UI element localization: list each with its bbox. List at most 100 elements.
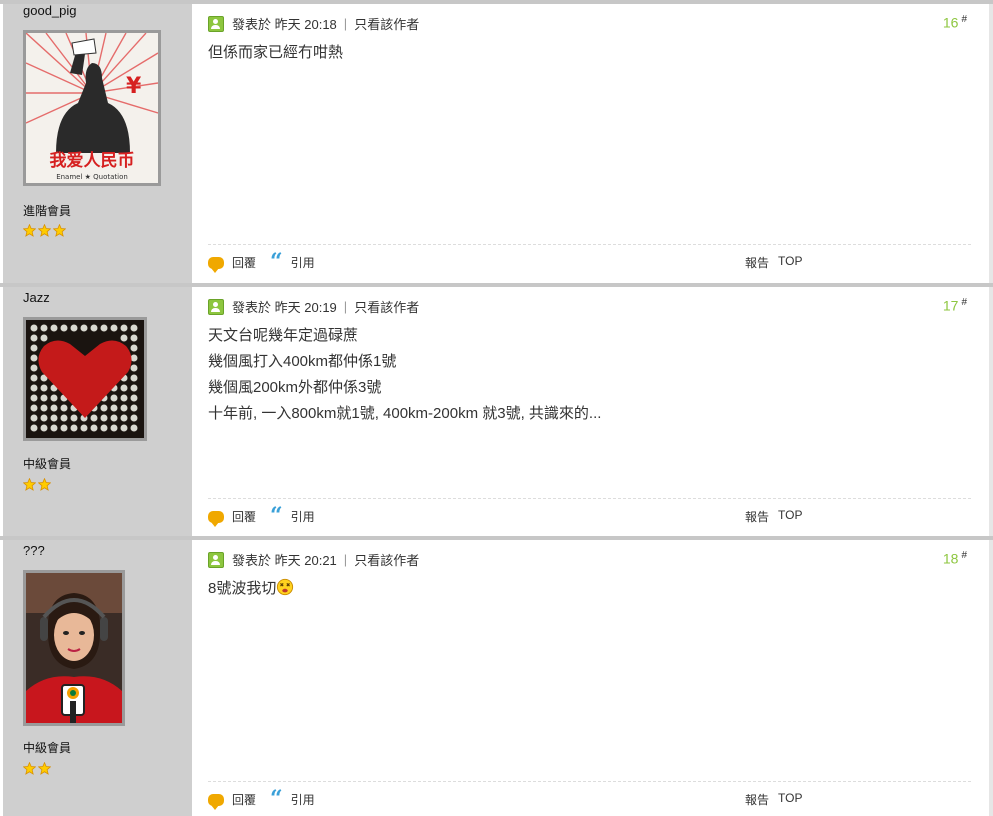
reply-icon bbox=[208, 793, 224, 810]
only-author-link[interactable]: 只看該作者 bbox=[354, 550, 419, 569]
post-meta: 發表於 昨天 20:18 | 只看該作者 bbox=[208, 14, 419, 33]
only-author-link[interactable]: 只看該作者 bbox=[354, 14, 419, 33]
post-line: 8號波我切 bbox=[208, 576, 294, 602]
quote-icon: “ bbox=[270, 248, 283, 275]
star-icon bbox=[23, 762, 36, 775]
author-rank: 中級會員 bbox=[23, 741, 72, 755]
top-label: TOP bbox=[778, 254, 803, 268]
poster-avatar[interactable]: ¥ 我爱人民币 Enamel ★ Quotation bbox=[23, 30, 161, 186]
report-label: 報告 bbox=[745, 793, 770, 807]
reply-button[interactable]: 回覆 bbox=[208, 508, 257, 527]
dizzy-emoji-icon bbox=[277, 578, 294, 596]
report-button[interactable]: 報告 bbox=[745, 791, 769, 808]
post-time: 昨天 20:21 bbox=[274, 553, 337, 568]
report-button[interactable]: 報告 bbox=[745, 508, 769, 525]
top-link[interactable]: TOP bbox=[778, 254, 802, 268]
post-actions: 回覆 “ 引用 報告 TOP bbox=[208, 785, 971, 812]
author-rank: 中級會員 bbox=[23, 457, 72, 471]
floor-number[interactable]: 18 # bbox=[943, 550, 967, 567]
reply-label: 回覆 bbox=[232, 510, 257, 524]
author-rank: 進階會員 bbox=[23, 204, 72, 218]
quote-label: 引用 bbox=[290, 510, 315, 524]
meta-separator: | bbox=[343, 299, 348, 314]
star-icon bbox=[53, 224, 66, 237]
floor-value: 18 bbox=[942, 550, 959, 567]
rank-stars bbox=[23, 224, 68, 238]
post-line: 幾個風打入400km都仲係1號 bbox=[208, 353, 397, 370]
reporter-avatar[interactable] bbox=[23, 570, 125, 726]
report-button[interactable]: 報告 bbox=[745, 254, 769, 271]
post-actions: 回覆 “ 引用 報告 TOP bbox=[208, 502, 971, 529]
meta-separator: | bbox=[343, 16, 348, 31]
star-icon bbox=[38, 762, 51, 775]
post-time: 昨天 20:19 bbox=[274, 300, 337, 315]
post-divider bbox=[208, 498, 971, 499]
floor-value: 16 bbox=[942, 14, 959, 31]
floor-number[interactable]: 17 # bbox=[943, 297, 967, 314]
star-icon bbox=[38, 224, 51, 237]
author-sidebar: Jazz 中級會員 bbox=[3, 287, 192, 536]
post-line: 十年前, 一入800km就1號, 400km-200km 就3號, 共識來的..… bbox=[208, 405, 602, 422]
post-line: 天文台呢幾年定過碌蔗 bbox=[208, 327, 359, 344]
post-meta: 發表於 昨天 20:21 | 只看該作者 bbox=[208, 550, 419, 569]
heart-avatar[interactable] bbox=[23, 317, 147, 441]
star-icon bbox=[23, 224, 36, 237]
report-label: 報告 bbox=[745, 256, 770, 270]
quote-button[interactable]: “ 引用 bbox=[270, 785, 315, 812]
star-icon bbox=[23, 478, 36, 491]
top-label: TOP bbox=[778, 791, 803, 805]
star-icon bbox=[38, 478, 51, 491]
quote-label: 引用 bbox=[290, 256, 315, 270]
author-username[interactable]: ??? bbox=[23, 543, 45, 558]
post-line-text: 8號波我切 bbox=[208, 580, 277, 597]
rank-stars bbox=[23, 478, 53, 492]
post-meta: 發表於 昨天 20:19 | 只看該作者 bbox=[208, 297, 419, 316]
author-username[interactable]: Jazz bbox=[23, 290, 50, 305]
meta-prefix: 發表於 bbox=[232, 17, 272, 32]
reply-button[interactable]: 回覆 bbox=[208, 254, 257, 273]
only-author-link[interactable]: 只看該作者 bbox=[354, 297, 419, 316]
reply-icon bbox=[208, 256, 224, 273]
quote-icon: “ bbox=[270, 785, 283, 812]
author-username[interactable]: good_pig bbox=[23, 3, 77, 18]
post-divider bbox=[208, 244, 971, 245]
reply-label: 回覆 bbox=[232, 793, 257, 807]
quote-icon: “ bbox=[270, 502, 283, 529]
quote-button[interactable]: “ 引用 bbox=[270, 502, 315, 529]
post-body: 但係而家已經冇咁熱 bbox=[208, 40, 343, 66]
meta-prefix: 發表於 bbox=[232, 553, 272, 568]
report-label: 報告 bbox=[745, 510, 770, 524]
post-time: 昨天 20:18 bbox=[274, 17, 337, 32]
avatar-caption: Enamel ★ Quotation bbox=[56, 173, 128, 181]
meta-separator: | bbox=[343, 552, 348, 567]
floor-value: 17 bbox=[942, 297, 959, 314]
floor-mark: # bbox=[961, 550, 967, 561]
post-content: 發表於 昨天 20:18 | 只看該作者 16 # 但係而家已經冇咁熱 回覆 “ 引… bbox=[192, 4, 993, 284]
author-sidebar: ??? 中級會員 bbox=[3, 540, 192, 816]
top-label: TOP bbox=[778, 508, 803, 522]
floor-number[interactable]: 16 # bbox=[943, 14, 967, 31]
reply-icon bbox=[208, 510, 224, 527]
online-status-icon bbox=[208, 15, 224, 32]
post-actions: 回覆 “ 引用 報告 TOP bbox=[208, 248, 971, 275]
post-18: ??? 中級會員 發表於 昨天 20:21 | 只看該作者 18 # 8號波我切… bbox=[0, 536, 993, 816]
reply-label: 回覆 bbox=[232, 256, 257, 270]
quote-button[interactable]: “ 引用 bbox=[270, 248, 315, 275]
quote-label: 引用 bbox=[290, 793, 315, 807]
top-link[interactable]: TOP bbox=[778, 791, 802, 805]
meta-prefix: 發表於 bbox=[232, 300, 272, 315]
post-line: 但係而家已經冇咁熱 bbox=[208, 44, 344, 61]
post-line: 幾個風200km外都仲係3號 bbox=[208, 379, 382, 396]
top-link[interactable]: TOP bbox=[778, 508, 802, 522]
post-16: good_pig ¥ 我爱人民币 Enamel ★ Quotation 進階會員… bbox=[0, 0, 993, 284]
post-divider bbox=[208, 781, 971, 782]
post-17: Jazz 中級會員 發表於 昨天 20:19 | 只看該作者 17 # 天文台呢… bbox=[0, 283, 993, 536]
online-status-icon bbox=[208, 551, 224, 568]
author-sidebar: good_pig ¥ 我爱人民币 Enamel ★ Quotation 進階會員 bbox=[3, 3, 192, 284]
online-status-icon bbox=[208, 298, 224, 315]
reply-button[interactable]: 回覆 bbox=[208, 791, 257, 810]
rank-stars bbox=[23, 762, 53, 776]
post-body: 天文台呢幾年定過碌蔗 幾個風打入400km都仲係1號 幾個風200km外都仲係3… bbox=[208, 323, 601, 427]
svg-text:¥: ¥ bbox=[126, 74, 142, 99]
floor-mark: # bbox=[961, 297, 967, 308]
